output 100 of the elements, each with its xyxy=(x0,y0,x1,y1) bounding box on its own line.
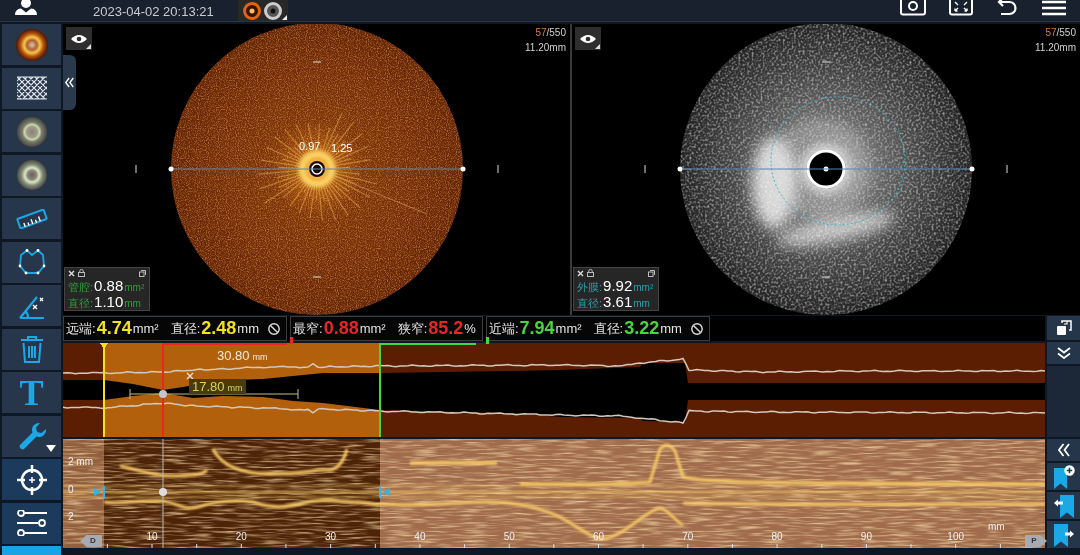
expand-button[interactable] xyxy=(1047,439,1080,461)
copy-icon[interactable] xyxy=(139,269,146,277)
mesh-icon[interactable] xyxy=(16,76,47,100)
tool-button[interactable] xyxy=(2,502,61,544)
measurement-unit: mm xyxy=(227,383,243,393)
contour-icon[interactable] xyxy=(17,248,46,276)
previous-bookmark-button[interactable] xyxy=(1047,492,1080,519)
tool-button[interactable] xyxy=(2,415,61,457)
crosshair-line[interactable] xyxy=(168,166,466,172)
close-icon[interactable] xyxy=(68,269,75,277)
sliders-icon[interactable] xyxy=(16,510,47,536)
summary-value: 4.74 xyxy=(96,318,132,339)
axis-label: 90 xyxy=(860,531,872,542)
fullscreen-icon[interactable] xyxy=(949,0,973,16)
summary-value: 85.2 xyxy=(428,318,464,339)
tool-button[interactable] xyxy=(2,111,61,152)
narrowest-marker[interactable] xyxy=(162,343,164,437)
copy-icon[interactable] xyxy=(648,269,655,277)
swap-icon[interactable] xyxy=(1055,320,1072,336)
tick-mark xyxy=(821,61,831,63)
tick-mark xyxy=(1006,164,1008,174)
axis-unit: mm xyxy=(988,521,1005,533)
eye-icon[interactable] xyxy=(580,33,596,44)
measure-label: 外膜: xyxy=(577,280,603,295)
tool-button[interactable] xyxy=(2,459,61,500)
collapse-tab[interactable] xyxy=(63,55,76,110)
tool-button[interactable] xyxy=(2,24,61,65)
visibility-button[interactable] xyxy=(66,27,92,50)
axis-label: 100 xyxy=(947,531,965,542)
cross-section-icon[interactable] xyxy=(16,116,47,147)
summary-value: 3.22 xyxy=(624,318,660,339)
view-switch-button[interactable] xyxy=(237,0,288,21)
cursor-line[interactable] xyxy=(159,439,167,548)
tool-button[interactable]: T xyxy=(2,372,61,413)
menu-icon[interactable] xyxy=(1041,0,1067,16)
measurement-value: 17.80 xyxy=(192,379,225,394)
tool-button[interactable] xyxy=(2,154,61,196)
summary-unit: mm² xyxy=(359,321,386,336)
boundary-marker-icon[interactable] xyxy=(94,485,105,499)
cross-section-icon[interactable] xyxy=(15,28,48,61)
trash-icon[interactable] xyxy=(19,335,44,363)
frame-counter: 57/550 xyxy=(1045,27,1076,39)
handle-dot[interactable] xyxy=(159,390,167,398)
target-icon[interactable] xyxy=(15,463,48,496)
caret-icon xyxy=(281,15,287,20)
measure-label: 直径: xyxy=(68,296,94,311)
summary-label: 近端: xyxy=(488,319,519,338)
axis-label: 30 xyxy=(325,531,337,542)
summary-unit: % xyxy=(464,321,476,336)
collapse-button[interactable] xyxy=(1047,342,1080,364)
measure-value: 3.61 xyxy=(603,293,633,310)
lock-icon[interactable] xyxy=(587,269,594,277)
summary-value: 0.88 xyxy=(323,318,359,339)
crosshair-line[interactable] xyxy=(677,166,975,172)
wrench-icon[interactable] xyxy=(17,422,46,450)
axis-label: 40 xyxy=(414,531,426,542)
eye-icon[interactable] xyxy=(71,33,87,44)
length-value: 30.80 xyxy=(217,348,250,363)
tick-mark xyxy=(644,164,646,174)
lock-icon[interactable] xyxy=(78,269,85,277)
axis-label: 50 xyxy=(503,531,515,542)
summary-unit: mm² xyxy=(132,321,159,336)
measure-value: 9.92 xyxy=(603,277,633,294)
axis-label: 80 xyxy=(771,531,783,542)
chevrons-down-icon[interactable] xyxy=(1056,347,1071,359)
visibility-button[interactable] xyxy=(575,27,601,50)
circle-slash-icon[interactable] xyxy=(690,322,703,335)
measure-label: 管腔: xyxy=(68,280,94,295)
caret-icon[interactable] xyxy=(86,44,91,49)
proximal-marker[interactable] xyxy=(379,343,381,437)
add-bookmark-button[interactable] xyxy=(1047,463,1080,490)
next-bookmark-button[interactable] xyxy=(1047,521,1080,548)
undo-icon[interactable] xyxy=(996,0,1018,16)
frame-counter: 57/550 xyxy=(535,27,566,39)
bookmark-arrow-left-icon[interactable] xyxy=(1052,493,1075,518)
axis-label: 0 xyxy=(68,484,74,496)
summary-unit: mm xyxy=(660,321,682,336)
tool-button[interactable] xyxy=(2,328,61,370)
tool-button[interactable] xyxy=(2,67,61,109)
chevrons-left-icon[interactable] xyxy=(65,77,74,88)
measure-unit: mm² xyxy=(633,282,654,293)
bookmark-plus-icon[interactable] xyxy=(1052,464,1075,489)
measure-value: 1.10 xyxy=(94,293,124,310)
boundary-marker-icon[interactable] xyxy=(379,485,390,499)
distal-marker[interactable] xyxy=(100,343,108,437)
scan-thumbnail-icon xyxy=(264,1,283,20)
summary-unit: mm xyxy=(237,321,259,336)
tool-button[interactable] xyxy=(2,241,61,283)
swap-button[interactable] xyxy=(1047,316,1080,340)
chevrons-left-icon[interactable] xyxy=(1057,443,1070,457)
close-icon[interactable] xyxy=(577,269,584,277)
circle-slash-icon[interactable] xyxy=(268,322,280,335)
cross-section-icon[interactable] xyxy=(16,160,47,190)
caret-icon[interactable] xyxy=(595,44,600,49)
ruler-icon[interactable] xyxy=(15,208,48,229)
bookmark-arrow-right-icon[interactable] xyxy=(1052,522,1075,547)
depth-label: 11.20mm xyxy=(525,42,566,54)
camera-icon[interactable] xyxy=(900,0,926,16)
caret-icon[interactable] xyxy=(46,444,56,452)
summary-label: 狭窄: xyxy=(397,319,428,338)
